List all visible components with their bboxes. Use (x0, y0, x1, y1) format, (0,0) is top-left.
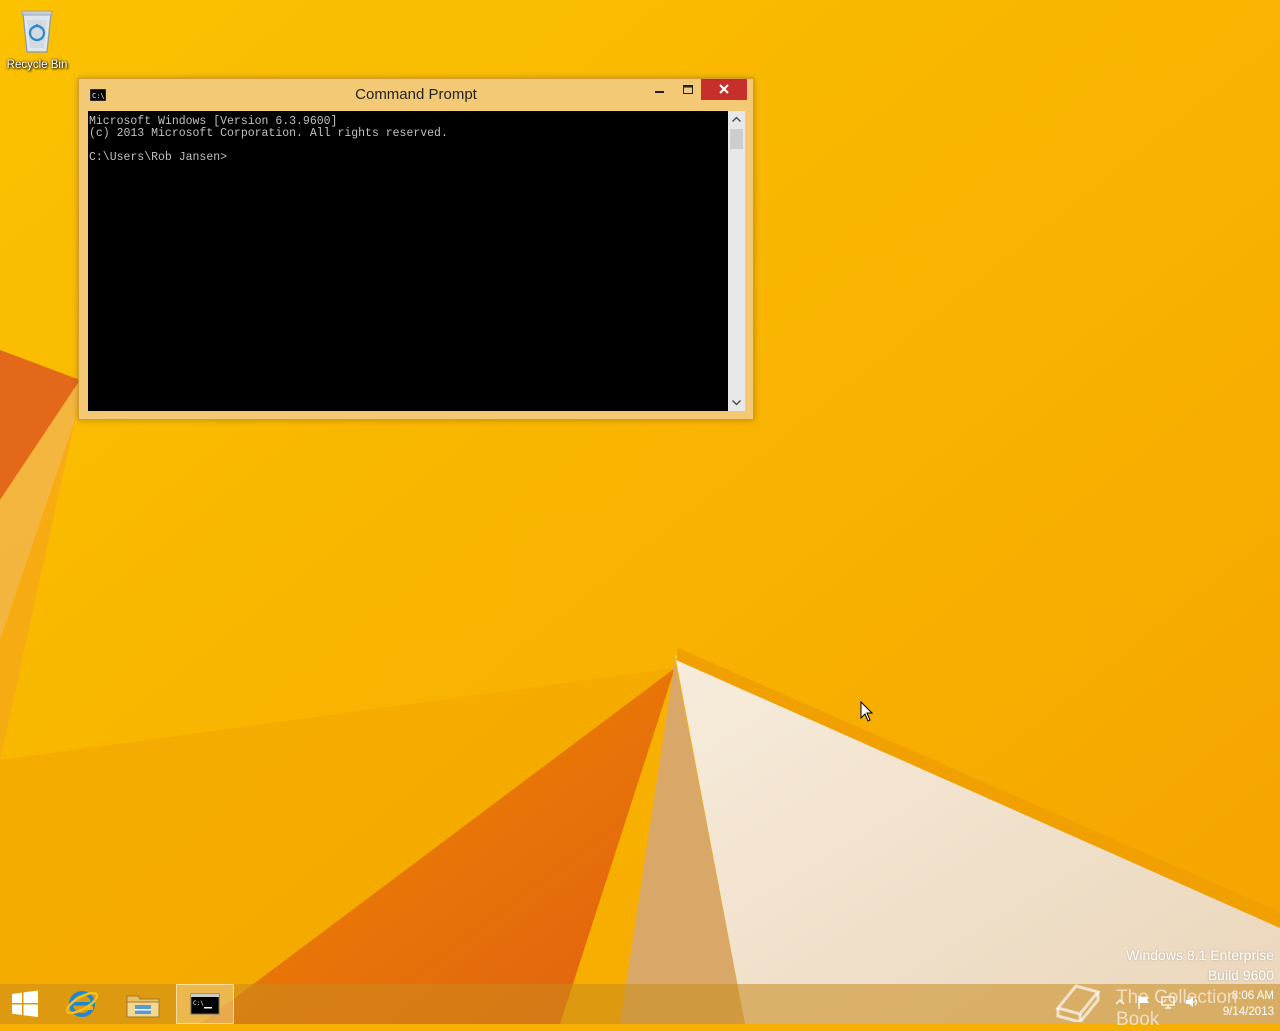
book-logo-icon (1055, 984, 1101, 1022)
network-icon[interactable] (1160, 994, 1176, 1010)
console-line: (c) 2013 Microsoft Corporation. All righ… (89, 127, 448, 140)
clock-time: 8:06 AM (1231, 990, 1274, 1002)
scrollbar-thumb[interactable] (730, 129, 743, 149)
maximize-button[interactable] (675, 79, 701, 100)
taskbar-file-explorer[interactable] (116, 984, 170, 1024)
windows-watermark: Windows 8.1 Enterprise Build 9600 (1126, 945, 1274, 985)
cmd-icon: C:\ (190, 993, 220, 1015)
edition-text: Windows 8.1 Enterprise (1126, 947, 1274, 963)
recycle-bin-icon (21, 10, 53, 53)
internet-explorer-icon (65, 991, 99, 1017)
console-output[interactable]: Microsoft Windows [Version 6.3.9600] (c)… (88, 111, 728, 411)
file-explorer-icon (126, 995, 160, 1018)
taskbar-clock[interactable]: 8:06 AM 9/14/2013 (1223, 988, 1274, 1020)
console-prompt: C:\Users\Rob Jansen> (89, 151, 228, 164)
windows-logo-icon (12, 990, 38, 1017)
mouse-cursor-icon (860, 701, 874, 722)
maximize-icon (683, 85, 693, 94)
system-tray: The Collection Book 8:06 AM 9/14/2013 (1030, 984, 1280, 1030)
taskbar-internet-explorer[interactable] (56, 984, 108, 1024)
minimize-icon (655, 91, 664, 93)
start-button[interactable] (0, 984, 50, 1024)
command-prompt-window[interactable]: C:\ Command Prompt Microsoft Windows [Ve… (78, 78, 754, 420)
taskbar: C:\ The Collection Book 8:06 AM 9/14/201… (0, 984, 1280, 1030)
volume-icon[interactable] (1184, 994, 1200, 1010)
svg-text:C:\: C:\ (193, 1000, 204, 1007)
show-hidden-icons-icon[interactable] (1112, 994, 1128, 1010)
window-titlebar[interactable]: C:\ Command Prompt (79, 79, 753, 111)
build-text: Build 9600 (1207, 967, 1274, 983)
minimize-button[interactable] (645, 79, 675, 100)
scroll-down-arrow-icon[interactable] (728, 394, 745, 411)
action-center-flag-icon[interactable] (1136, 994, 1152, 1010)
close-icon (719, 84, 729, 94)
taskbar-command-prompt[interactable]: C:\ (176, 984, 234, 1024)
vertical-scrollbar[interactable] (728, 111, 745, 411)
scroll-up-arrow-icon[interactable] (728, 111, 745, 128)
clock-date: 9/14/2013 (1222, 1006, 1274, 1018)
recycle-bin-label: Recycle Bin (6, 59, 68, 71)
close-button[interactable] (701, 79, 747, 100)
recycle-bin[interactable]: Recycle Bin (4, 6, 70, 71)
